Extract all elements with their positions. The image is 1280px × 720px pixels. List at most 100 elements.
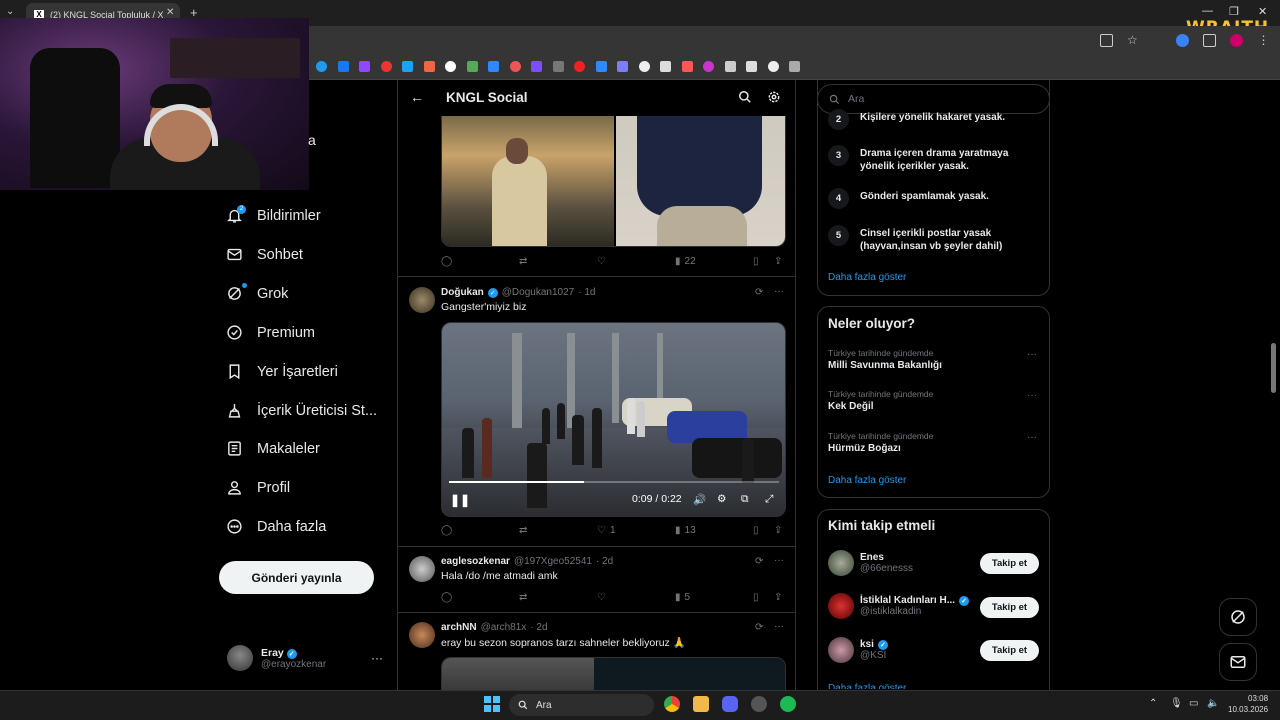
tweet-time[interactable]: · 2d (596, 556, 613, 567)
video-player[interactable]: ❚❚ 0:09 / 0:22 🔊 ⚙ ⧉ ⤢ (441, 322, 786, 517)
bookmark-favicon-icon[interactable] (359, 61, 370, 72)
suggested-user[interactable]: ksi ✓ @KSI (828, 637, 888, 663)
nav-bookmarks[interactable]: Yer İşaretleri (226, 363, 338, 380)
trend-name[interactable]: Hürmüz Boğazı (828, 443, 901, 454)
trends-show-more-link[interactable]: Daha fazla göster (828, 475, 906, 486)
like-button[interactable]: ♡ 1 (597, 525, 616, 536)
tweet-author[interactable]: Doğukan (441, 287, 484, 298)
bookmark-button[interactable]: ▯ (753, 525, 759, 536)
tweet-more-icon[interactable]: ··· (774, 286, 784, 297)
tweet-time[interactable]: · 2d (530, 622, 547, 633)
star-icon[interactable]: ☆ (1127, 34, 1140, 47)
account-more-icon[interactable]: ··· (371, 651, 383, 665)
bookmark-favicon-icon[interactable] (724, 61, 736, 72)
nav-grok[interactable]: Grok (226, 285, 288, 302)
bookmark-favicon-icon[interactable] (402, 61, 413, 72)
share-button[interactable]: ⇪ (774, 592, 782, 603)
bookmark-favicon-icon[interactable] (423, 61, 435, 72)
steam-icon[interactable] (751, 696, 767, 712)
speaker-icon[interactable]: 🔈 (1207, 698, 1219, 709)
reply-button[interactable]: ◯ (441, 256, 452, 267)
avatar[interactable] (409, 622, 435, 648)
nav-profile[interactable]: Profil (226, 479, 290, 496)
tray-chevron-icon[interactable]: ⌃ (1149, 698, 1157, 709)
post-button[interactable]: Gönderi yayınla (219, 561, 374, 594)
taskbar-search[interactable]: Ara (509, 694, 654, 716)
grok-explain-icon[interactable]: ⟳ (755, 287, 763, 298)
follow-button[interactable]: Takip et (980, 597, 1039, 618)
views-button[interactable]: ▮ 13 (675, 525, 696, 536)
bookmark-favicon-icon[interactable] (617, 61, 628, 72)
pip-icon[interactable]: ⧉ (741, 493, 749, 506)
tab-list-icon[interactable]: ⌄ (6, 6, 14, 17)
reply-button[interactable]: ◯ (441, 592, 452, 603)
bookmark-favicon-icon[interactable] (316, 61, 327, 72)
tweet-author[interactable]: archNN (441, 622, 477, 633)
wtf-show-more-link[interactable]: Daha fazla göster (828, 683, 906, 689)
nav-chat[interactable]: Sohbet (226, 246, 303, 263)
bookmark-favicon-icon[interactable] (595, 61, 607, 72)
retweet-button[interactable]: ⇄ (519, 256, 527, 267)
tweet-handle[interactable]: @arch81x (481, 622, 527, 633)
tweet-more-icon[interactable]: ··· (774, 555, 784, 566)
bookmark-favicon-icon[interactable] (509, 61, 521, 72)
puzzle-icon[interactable] (1203, 34, 1216, 47)
bookmark-favicon-icon[interactable] (703, 61, 714, 72)
share-button[interactable]: ⇪ (774, 525, 782, 536)
bookmark-favicon-icon[interactable] (681, 61, 693, 72)
search-icon[interactable] (738, 90, 752, 104)
trend-more-icon[interactable]: ··· (1027, 349, 1037, 360)
grok-explain-icon[interactable]: ⟳ (755, 622, 763, 633)
cast-icon[interactable] (1100, 34, 1113, 47)
page-scrollbar[interactable] (1271, 343, 1276, 393)
bookmark-favicon-icon[interactable] (466, 61, 478, 72)
follow-button[interactable]: Takip et (980, 640, 1039, 661)
trend-more-icon[interactable]: ··· (1027, 390, 1037, 401)
browser-menu-icon[interactable]: ⋮ (1257, 34, 1270, 47)
avatar[interactable] (409, 287, 435, 313)
bookmark-favicon-icon[interactable] (380, 61, 392, 72)
trend-more-icon[interactable]: ··· (1027, 432, 1037, 443)
bookmark-favicon-icon[interactable] (488, 61, 499, 72)
trend-name[interactable]: Kek Değil (828, 401, 874, 412)
nav-creator-studio[interactable]: İçerik Üreticisi St... (226, 402, 377, 419)
grok-explain-icon[interactable]: ⟳ (755, 556, 763, 567)
avatar[interactable] (409, 556, 435, 582)
trend-name[interactable]: Milli Savunma Bakanlığı (828, 360, 942, 371)
network-icon[interactable]: ▭ (1189, 698, 1198, 709)
fullscreen-icon[interactable]: ⤢ (765, 493, 773, 506)
file-explorer-icon[interactable] (693, 696, 709, 712)
volume-icon[interactable]: 🔊 (693, 493, 706, 506)
bookmark-button[interactable]: ▯ (753, 256, 759, 267)
grok-float-button[interactable] (1219, 598, 1257, 636)
suggested-user[interactable]: Enes @66enesss (828, 550, 913, 576)
system-clock[interactable]: 03:08 10.03.2026 (1228, 693, 1268, 715)
spotify-icon[interactable] (780, 696, 796, 712)
bookmark-favicon-icon[interactable] (638, 61, 650, 72)
discord-icon[interactable] (722, 696, 738, 712)
bookmark-button[interactable]: ▯ (753, 592, 759, 603)
chrome-icon[interactable] (664, 696, 680, 712)
gear-icon[interactable] (767, 90, 781, 104)
like-button[interactable]: ♡ (597, 592, 606, 603)
bookmark-favicon-icon[interactable] (337, 61, 349, 72)
back-arrow-icon[interactable]: ← (410, 89, 424, 105)
restore-icon[interactable]: ❐ (1229, 5, 1239, 18)
bookmark-favicon-icon[interactable] (767, 61, 779, 72)
reply-button[interactable]: ◯ (441, 525, 452, 536)
pause-icon[interactable]: ❚❚ (450, 493, 470, 507)
suggested-user[interactable]: İstiklal Kadınları H... ✓ @istiklalkadin (828, 593, 970, 619)
bookmark-favicon-icon[interactable] (445, 61, 456, 72)
views-button[interactable]: ▮ 5 (675, 592, 690, 603)
close-window-icon[interactable]: ✕ (1258, 5, 1267, 18)
tweet-handle[interactable]: @Dogukan1027 (502, 287, 574, 298)
tweet-media[interactable] (441, 657, 786, 690)
extension-icon[interactable] (1176, 34, 1189, 47)
settings-icon[interactable]: ⚙ (717, 493, 726, 505)
follow-button[interactable]: Takip et (980, 553, 1039, 574)
account-switcher[interactable]: Eray ✓ @erayozkenar (227, 645, 326, 671)
bookmark-favicon-icon[interactable] (552, 61, 564, 72)
nav-premium[interactable]: Premium (226, 324, 315, 341)
profile-avatar-icon[interactable] (1230, 34, 1243, 47)
bookmark-favicon-icon[interactable] (746, 61, 757, 72)
